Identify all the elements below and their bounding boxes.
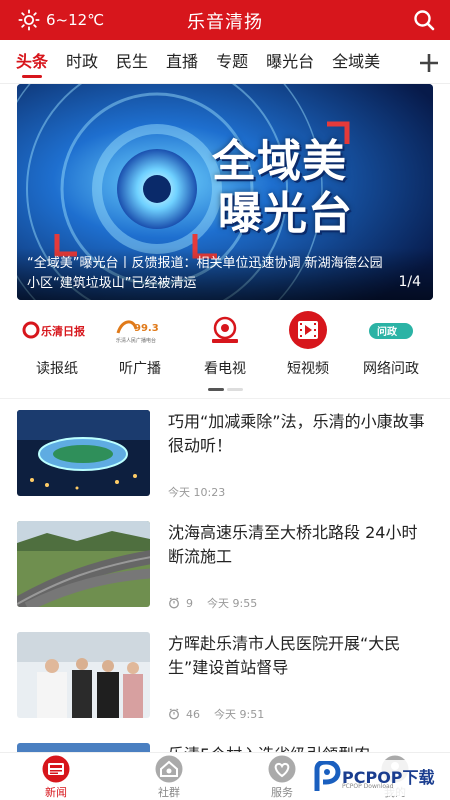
banner-headline: 全域美 曝光台 (212, 136, 412, 240)
quick-entries: 乐清日报 读报纸 99.3 乐清人民广播电台 听广播 看电视 短视频 问政 网络… (0, 310, 450, 390)
newspaper-logo-icon: 乐清日报 (22, 321, 86, 339)
page-dot (227, 388, 243, 391)
tab-live[interactable]: 直播 (166, 40, 198, 84)
news-item[interactable]: 方晖赴乐清市人民医院开展“大民生”建设首站督导 46 今天 9:51 (17, 632, 433, 721)
quick-entry-label: 听广播 (119, 361, 161, 377)
news-thumbnail (17, 521, 150, 607)
quick-entry-short-video[interactable]: 短视频 (263, 310, 353, 378)
news-meta: 9 今天 9:55 (168, 595, 257, 611)
quick-page-indicator (208, 388, 243, 391)
banner-title-line1: 全域美 (212, 136, 347, 187)
quick-entry-label: 读报纸 (36, 361, 78, 377)
news-icon (42, 755, 70, 783)
quick-entry-tv[interactable]: 看电视 (180, 310, 270, 378)
watermark-subtext: PCPOP Download (342, 783, 394, 790)
page-dot-active (208, 388, 224, 391)
news-time: 今天 10:23 (168, 486, 226, 499)
section-divider (0, 398, 450, 399)
radio-logo-icon: 99.3 乐清人民广播电台 (116, 320, 159, 344)
news-time: 今天 9:51 (214, 708, 265, 721)
nav-community[interactable]: 社群 (124, 755, 214, 800)
news-headline: 方晖赴乐清市人民医院开展“大民生”建设首站督导 (168, 634, 401, 677)
watermark: PCPOP下载 PCPOP Download (312, 760, 448, 796)
news-meta: 今天 10:23 (168, 484, 225, 500)
video-icon (289, 311, 327, 349)
tab-politics[interactable]: 时政 (66, 40, 98, 84)
wenzheng-logo-text: 问政 (377, 325, 398, 338)
newspaper-logo-text: 乐清日报 (41, 324, 86, 338)
quick-entry-label: 网络问政 (363, 361, 419, 377)
community-icon (155, 755, 183, 783)
service-icon (268, 755, 296, 783)
news-thumbnail (17, 410, 150, 496)
tab-exposure[interactable]: 曝光台 (266, 40, 314, 84)
nav-label: 新闻 (45, 786, 67, 799)
views-icon (169, 708, 179, 720)
top-bar: 6~12℃ 乐音清扬 (0, 0, 450, 40)
app-title: 乐音清扬 (187, 12, 263, 33)
quick-entry-radio[interactable]: 99.3 乐清人民广播电台 听广播 (95, 310, 185, 378)
news-meta: 46 今天 9:51 (168, 706, 264, 722)
banner-carousel[interactable]: 全域美 曝光台 “全域美”曝光台丨反馈报道：相关单位迅速协调 新湖海德公园小区“… (17, 84, 433, 300)
quick-entry-wenzheng[interactable]: 问政 网络问政 (346, 310, 436, 378)
news-headline: 巧用“加减乘除”法，乐清的小康故事很动听！ (168, 412, 425, 455)
banner-caption[interactable]: “全域美”曝光台丨反馈报道：相关单位迅速协调 新湖海德公园小区“建筑垃圾山”已经… (17, 248, 433, 300)
quick-entry-label: 短视频 (287, 361, 329, 377)
banner-page-indicator: 1/4 (398, 274, 421, 290)
tab-beauty[interactable]: 全域美 (332, 40, 380, 84)
banner-title-line2: 曝光台 (218, 188, 353, 239)
search-icon[interactable] (412, 8, 436, 32)
quick-entry-label: 看电视 (204, 361, 246, 377)
wenzheng-logo-icon: 问政 (369, 323, 413, 339)
news-time: 今天 9:55 (207, 597, 258, 610)
tv-logo-icon (212, 316, 238, 343)
radio-logo-text: 乐清人民广播电台 (116, 337, 156, 344)
tab-topics[interactable]: 专题 (216, 40, 248, 84)
watermark-logo-icon (314, 761, 341, 791)
news-views: 46 (186, 707, 200, 721)
views-icon (169, 597, 179, 609)
news-thumbnail (17, 632, 150, 718)
news-item[interactable]: 巧用“加减乘除”法，乐清的小康故事很动听！ 今天 10:23 (17, 410, 433, 499)
channel-tabs: 头条 时政 民生 直播 专题 曝光台 全域美 (0, 40, 450, 84)
add-channel-icon[interactable] (416, 50, 442, 76)
svg-text:99.3: 99.3 (134, 323, 159, 334)
news-views: 9 (186, 596, 193, 610)
news-item[interactable]: 沈海高速乐清至大桥北路段 24小时断流施工 9 今天 9:55 (17, 521, 433, 610)
quick-entry-newspaper[interactable]: 乐清日报 读报纸 (12, 310, 102, 378)
nav-label: 社群 (158, 786, 180, 799)
nav-news[interactable]: 新闻 (11, 755, 101, 800)
tab-headlines[interactable]: 头条 (16, 40, 48, 84)
news-headline: 沈海高速乐清至大桥北路段 24小时断流施工 (168, 523, 418, 566)
tab-livelihood[interactable]: 民生 (116, 40, 148, 84)
